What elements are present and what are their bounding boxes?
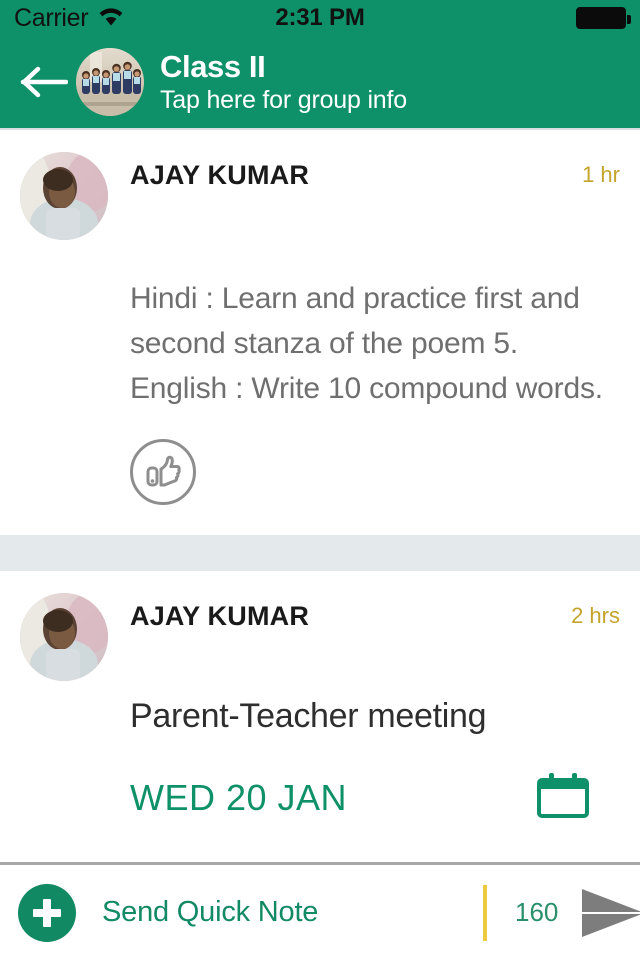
post-header-text: AJAY KUMAR: [130, 152, 582, 191]
status-bar: Carrier 2:31 PM: [0, 0, 640, 36]
post-author: AJAY KUMAR: [130, 160, 310, 190]
post-timestamp: 2 hrs: [571, 603, 620, 628]
app-root: Carrier 2:31 PM Class II Tap here for gr…: [0, 0, 640, 960]
teacher-avatar[interactable]: [20, 152, 108, 240]
post-timestamp: 1 hr: [582, 162, 620, 187]
group-title: Class II: [160, 49, 266, 85]
like-button[interactable]: [130, 439, 196, 505]
post-separator: [0, 535, 640, 571]
calendar-icon: [536, 771, 590, 824]
thumbs-up-icon: [146, 455, 181, 487]
group-photo-avatar[interactable]: [76, 48, 144, 116]
post-header-text: AJAY KUMAR: [130, 593, 571, 632]
back-arrow-icon: [20, 66, 68, 98]
send-arrow-icon: [582, 888, 640, 937]
post-item: AJAY KUMAR 2 hrs Parent-Teacher meeting …: [0, 571, 640, 824]
avatar-image: [20, 152, 108, 240]
battery-full-icon: [576, 7, 631, 29]
back-button[interactable]: [16, 54, 72, 110]
event-date: WED 20 JAN: [130, 776, 348, 818]
send-button[interactable]: [578, 885, 640, 941]
teacher-avatar[interactable]: [20, 593, 108, 681]
navigation-bar: Class II Tap here for group info: [0, 36, 640, 128]
message-feed[interactable]: AJAY KUMAR 1 hr Hindi : Learn and practi…: [0, 128, 640, 862]
plus-icon: [33, 898, 61, 927]
post-header: AJAY KUMAR 2 hrs: [20, 593, 620, 681]
post-actions: [130, 411, 620, 535]
status-time: 2:31 PM: [275, 4, 365, 31]
group-photo-image: [76, 48, 144, 116]
post-item: AJAY KUMAR 1 hr Hindi : Learn and practi…: [0, 130, 640, 535]
post-header: AJAY KUMAR 1 hr: [20, 152, 620, 240]
composer-bar: 160: [0, 862, 640, 960]
group-subtitle: Tap here for group info: [160, 85, 407, 114]
avatar-image: [20, 593, 108, 681]
group-info-button[interactable]: Class II Tap here for group info: [160, 51, 407, 113]
add-attachment-button[interactable]: [18, 883, 76, 942]
event-row[interactable]: WED 20 JAN: [130, 771, 620, 824]
composer-divider: [483, 884, 487, 941]
character-counter: 160: [515, 897, 559, 927]
post-body: Hindi : Learn and practice first and sec…: [130, 282, 603, 405]
post-headline: Parent-Teacher meeting: [130, 697, 487, 735]
status-bar-right: [576, 7, 631, 29]
post-author: AJAY KUMAR: [130, 601, 310, 631]
quick-note-input[interactable]: [102, 896, 479, 929]
